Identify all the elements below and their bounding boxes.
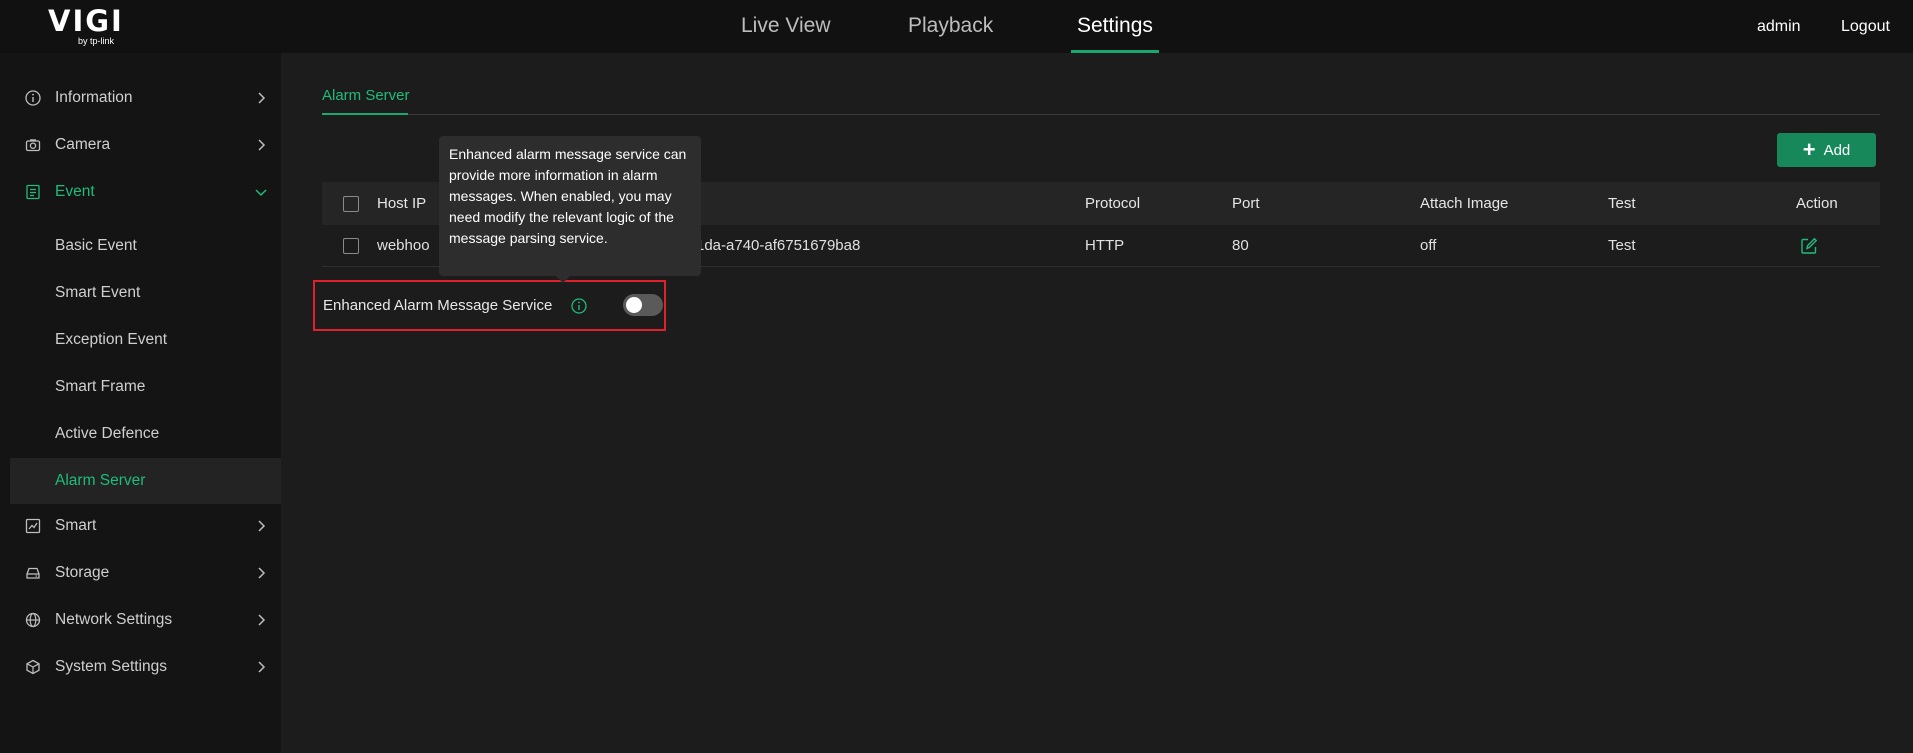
sidebar-subitem-label: Smart Event xyxy=(55,284,141,301)
chevron-right-icon xyxy=(258,567,266,579)
enhanced-alarm-row: Enhanced Alarm Message Service xyxy=(313,280,666,331)
sidebar-item-label: Smart xyxy=(55,517,97,534)
header-action: Action xyxy=(1796,195,1838,212)
chart-icon xyxy=(24,517,42,535)
info-icon xyxy=(24,89,42,107)
sidebar: Information Camera Event Basic Event Sma… xyxy=(0,53,281,753)
chevron-right-icon xyxy=(258,661,266,673)
sidebar-item-storage[interactable]: Storage xyxy=(10,550,281,596)
sidebar-item-label: Storage xyxy=(55,564,110,581)
sidebar-subitem-alarm-server[interactable]: Alarm Server xyxy=(10,458,281,504)
main-content: Alarm Server + Add Host IP Protocol Port… xyxy=(281,53,1913,753)
header-protocol: Protocol xyxy=(1085,195,1141,212)
enhanced-alarm-label: Enhanced Alarm Message Service xyxy=(323,297,553,314)
cell-attach-image: off xyxy=(1420,237,1437,254)
username[interactable]: admin xyxy=(1757,0,1801,53)
brand-sub: by tp-link xyxy=(78,36,115,46)
header-test: Test xyxy=(1608,195,1636,212)
enhanced-alarm-toggle[interactable] xyxy=(623,294,663,316)
edit-icon[interactable] xyxy=(1800,237,1818,255)
select-all-cell xyxy=(343,182,359,225)
sidebar-item-label: Information xyxy=(55,89,133,106)
sidebar-item-label: System Settings xyxy=(55,658,167,675)
tab-live-view[interactable]: Live View xyxy=(741,0,831,53)
info-icon[interactable] xyxy=(570,297,588,315)
logout-link[interactable]: Logout xyxy=(1841,0,1890,53)
sidebar-item-system-settings[interactable]: System Settings xyxy=(10,644,281,690)
sidebar-subitem-smart-event[interactable]: Smart Event xyxy=(10,270,281,316)
tab-settings[interactable]: Settings xyxy=(1071,0,1159,53)
chevron-right-icon xyxy=(258,614,266,626)
add-button[interactable]: + Add xyxy=(1777,133,1876,167)
sidebar-subitem-label: Alarm Server xyxy=(55,472,146,489)
vigi-logo: VIGI by tp-link xyxy=(48,6,128,48)
sidebar-subitem-label: Active Defence xyxy=(55,425,160,442)
sidebar-item-camera[interactable]: Camera xyxy=(10,122,281,168)
cube-icon xyxy=(24,658,42,676)
sidebar-item-label: Camera xyxy=(55,136,111,153)
chevron-right-icon xyxy=(258,139,266,151)
event-icon xyxy=(24,183,42,201)
enhanced-alarm-tooltip: Enhanced alarm message service can provi… xyxy=(439,136,701,283)
sidebar-item-label: Network Settings xyxy=(55,611,173,628)
cell-protocol: HTTP xyxy=(1085,237,1125,254)
cell-port: 80 xyxy=(1232,237,1249,254)
tab-divider xyxy=(322,114,1880,115)
sidebar-subitem-active-defence[interactable]: Active Defence xyxy=(10,411,281,457)
plus-icon: + xyxy=(1802,137,1816,162)
sidebar-subitem-label: Exception Event xyxy=(55,331,168,348)
edit-cell xyxy=(1800,225,1818,266)
cell-host-ip-prefix: webhoo xyxy=(377,237,430,254)
select-all-checkbox[interactable] xyxy=(343,195,359,212)
sidebar-subitem-smart-frame[interactable]: Smart Frame xyxy=(10,364,281,410)
chevron-right-icon xyxy=(258,92,266,104)
cell-host-ip-suffix: 1da-a740-af6751679ba8 xyxy=(696,237,861,254)
header-port: Port xyxy=(1232,195,1260,212)
row-checkbox[interactable] xyxy=(343,237,359,254)
toggle-knob xyxy=(626,297,642,313)
sidebar-subitem-label: Basic Event xyxy=(55,237,137,254)
header-host-ip: Host IP xyxy=(377,195,427,212)
sidebar-item-label: Event xyxy=(55,183,95,200)
storage-icon xyxy=(24,564,42,582)
sidebar-item-network-settings[interactable]: Network Settings xyxy=(10,597,281,643)
add-button-label: Add xyxy=(1823,141,1851,159)
top-bar: VIGI by tp-link Live View Playback Setti… xyxy=(0,0,1913,53)
row-select-cell xyxy=(343,225,359,266)
brand-name: VIGI xyxy=(48,4,124,38)
sidebar-item-smart[interactable]: Smart xyxy=(10,503,281,549)
chevron-right-icon xyxy=(258,520,266,532)
sidebar-subitem-basic-event[interactable]: Basic Event xyxy=(10,223,281,269)
sidebar-subitem-label: Smart Frame xyxy=(55,378,146,395)
sidebar-item-event[interactable]: Event xyxy=(10,169,281,215)
header-attach-image: Attach Image xyxy=(1420,195,1509,212)
camera-icon xyxy=(24,136,42,154)
test-link[interactable]: Test xyxy=(1608,225,1636,266)
sidebar-item-information[interactable]: Information xyxy=(10,75,281,121)
tab-underline xyxy=(322,113,408,115)
globe-icon xyxy=(24,611,42,629)
tab-playback[interactable]: Playback xyxy=(908,0,993,53)
chevron-down-icon xyxy=(255,189,267,197)
sidebar-subitem-exception-event[interactable]: Exception Event xyxy=(10,317,281,363)
